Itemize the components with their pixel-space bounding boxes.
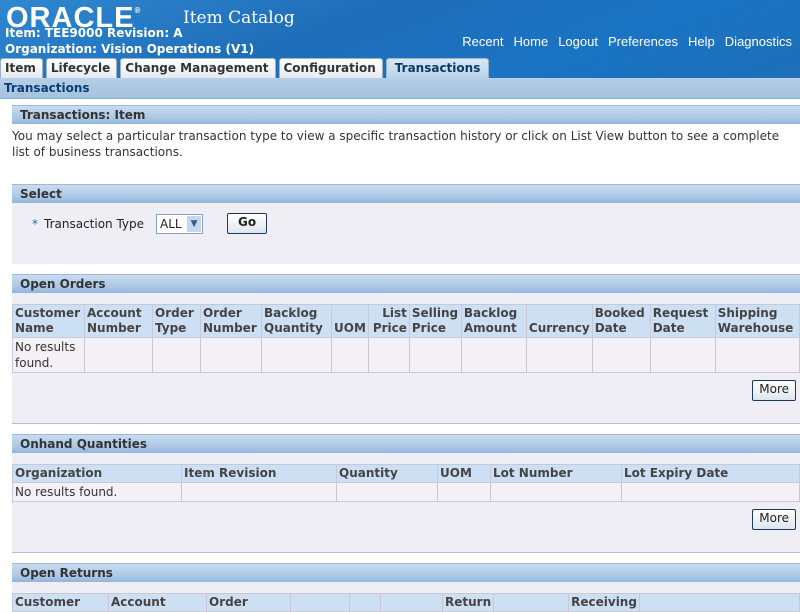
select-panel: * Transaction Type ALL ▼ Go	[12, 203, 800, 264]
link-recent[interactable]: Recent	[462, 34, 503, 49]
col-lot-number[interactable]: Lot Number	[490, 464, 622, 483]
col-blank-4[interactable]	[493, 593, 570, 612]
onhand-footer: More	[12, 502, 800, 553]
col-order-number[interactable]: Order Number	[200, 304, 262, 338]
transaction-type-select[interactable]: ALL ▼	[156, 213, 204, 234]
open-orders-header: Open Orders	[12, 274, 800, 293]
global-links: Recent Home Logout Preferences Help Diag…	[462, 34, 792, 49]
open-orders-footer: More	[12, 373, 800, 424]
col-blank-1[interactable]	[290, 593, 350, 612]
open-returns-header: Open Returns	[12, 563, 800, 582]
subtab-transactions[interactable]: Transactions	[0, 78, 800, 99]
col-uom[interactable]: UOM	[437, 464, 491, 483]
col-account[interactable]: Account	[108, 593, 207, 612]
col-organization[interactable]: Organization	[12, 464, 182, 483]
col-list-price[interactable]: List Price	[367, 304, 410, 338]
col-shipping-warehouse[interactable]: Shipping Warehouse	[714, 304, 800, 338]
col-blank-2[interactable]	[349, 593, 381, 612]
onhand-section: Onhand Quantities Organization Item Revi…	[12, 434, 800, 553]
onhand-more-button[interactable]: More	[752, 509, 796, 530]
tab-item[interactable]: Item	[0, 58, 43, 78]
col-customer-name[interactable]: Customer Name	[12, 304, 85, 338]
tab-transactions[interactable]: Transactions	[385, 58, 490, 78]
col-blank-3[interactable]	[380, 593, 443, 612]
col-quantity[interactable]: Quantity	[336, 464, 438, 483]
table-header-row: Customer Account Order Return Receiving	[12, 593, 800, 612]
tab-lifecycle[interactable]: Lifecycle	[45, 58, 118, 78]
app-header: ORACLE® Item Catalog Item: TEE9000 Revis…	[0, 0, 800, 78]
transaction-type-label: Transaction Type	[44, 216, 145, 231]
onhand-header: Onhand Quantities	[12, 434, 800, 453]
open-returns-section: Open Returns Customer Account Order Retu…	[12, 563, 800, 612]
transaction-type-value: ALL	[160, 216, 182, 231]
chevron-down-icon[interactable]: ▼	[187, 215, 202, 232]
page-title: Transactions: Item	[12, 105, 800, 124]
col-request-date[interactable]: Request Date	[649, 304, 716, 338]
col-backlog-quantity[interactable]: Backlog Quantity	[261, 304, 332, 338]
required-marker: *	[32, 216, 38, 231]
app-title: Item Catalog	[183, 8, 295, 28]
col-order[interactable]: Order	[206, 593, 291, 612]
intro-text: You may select a particular transaction …	[12, 129, 780, 159]
tab-configuration[interactable]: Configuration	[278, 58, 383, 78]
col-item-revision[interactable]: Item Revision	[181, 464, 337, 483]
open-returns-table: Customer Account Order Return Receiving	[12, 593, 800, 612]
empty-message: No results found.	[12, 337, 85, 373]
col-return[interactable]: Return	[441, 593, 495, 612]
onhand-table: Organization Item Revision Quantity UOM …	[12, 464, 800, 502]
open-orders-table: Customer Name Account Number Order Type …	[12, 304, 800, 373]
table-header-row: Organization Item Revision Quantity UOM …	[12, 464, 800, 483]
col-booked-date[interactable]: Booked Date	[591, 304, 651, 338]
table-row: No results found.	[12, 482, 800, 502]
col-customer[interactable]: Customer	[12, 593, 109, 612]
open-orders-more-button[interactable]: More	[752, 380, 796, 401]
link-home[interactable]: Home	[514, 34, 549, 49]
link-diagnostics[interactable]: Diagnostics	[725, 34, 792, 49]
organization-context: Organization: Vision Operations (V1)	[5, 42, 255, 56]
page-content: Transactions: Item You may select a part…	[0, 99, 800, 612]
table-header-row: Customer Name Account Number Order Type …	[12, 304, 800, 338]
col-blank-5[interactable]	[638, 593, 800, 612]
table-row: No results found.	[12, 337, 800, 373]
select-section-header: Select	[12, 184, 800, 203]
link-help[interactable]: Help	[688, 34, 715, 49]
empty-message: No results found.	[12, 482, 182, 502]
col-receiving[interactable]: Receiving	[568, 593, 640, 612]
col-order-type[interactable]: Order Type	[152, 304, 201, 338]
col-backlog-amount[interactable]: Backlog Amount	[460, 304, 527, 338]
open-orders-section: Open Orders Customer Name Account Number…	[12, 274, 800, 424]
col-selling-price[interactable]: Selling Price	[408, 304, 462, 338]
link-logout[interactable]: Logout	[558, 34, 598, 49]
col-lot-expiry-date[interactable]: Lot Expiry Date	[621, 464, 800, 483]
main-tabs: Item Lifecycle Change Management Configu…	[0, 58, 490, 78]
item-context: Item: TEE9000 Revision: A	[5, 26, 183, 40]
col-uom[interactable]: UOM	[331, 304, 369, 338]
col-account-number[interactable]: Account Number	[84, 304, 153, 338]
link-preferences[interactable]: Preferences	[608, 34, 678, 49]
tab-change-management[interactable]: Change Management	[120, 58, 276, 78]
col-currency[interactable]: Currency	[525, 304, 593, 338]
go-button[interactable]: Go	[227, 213, 268, 234]
